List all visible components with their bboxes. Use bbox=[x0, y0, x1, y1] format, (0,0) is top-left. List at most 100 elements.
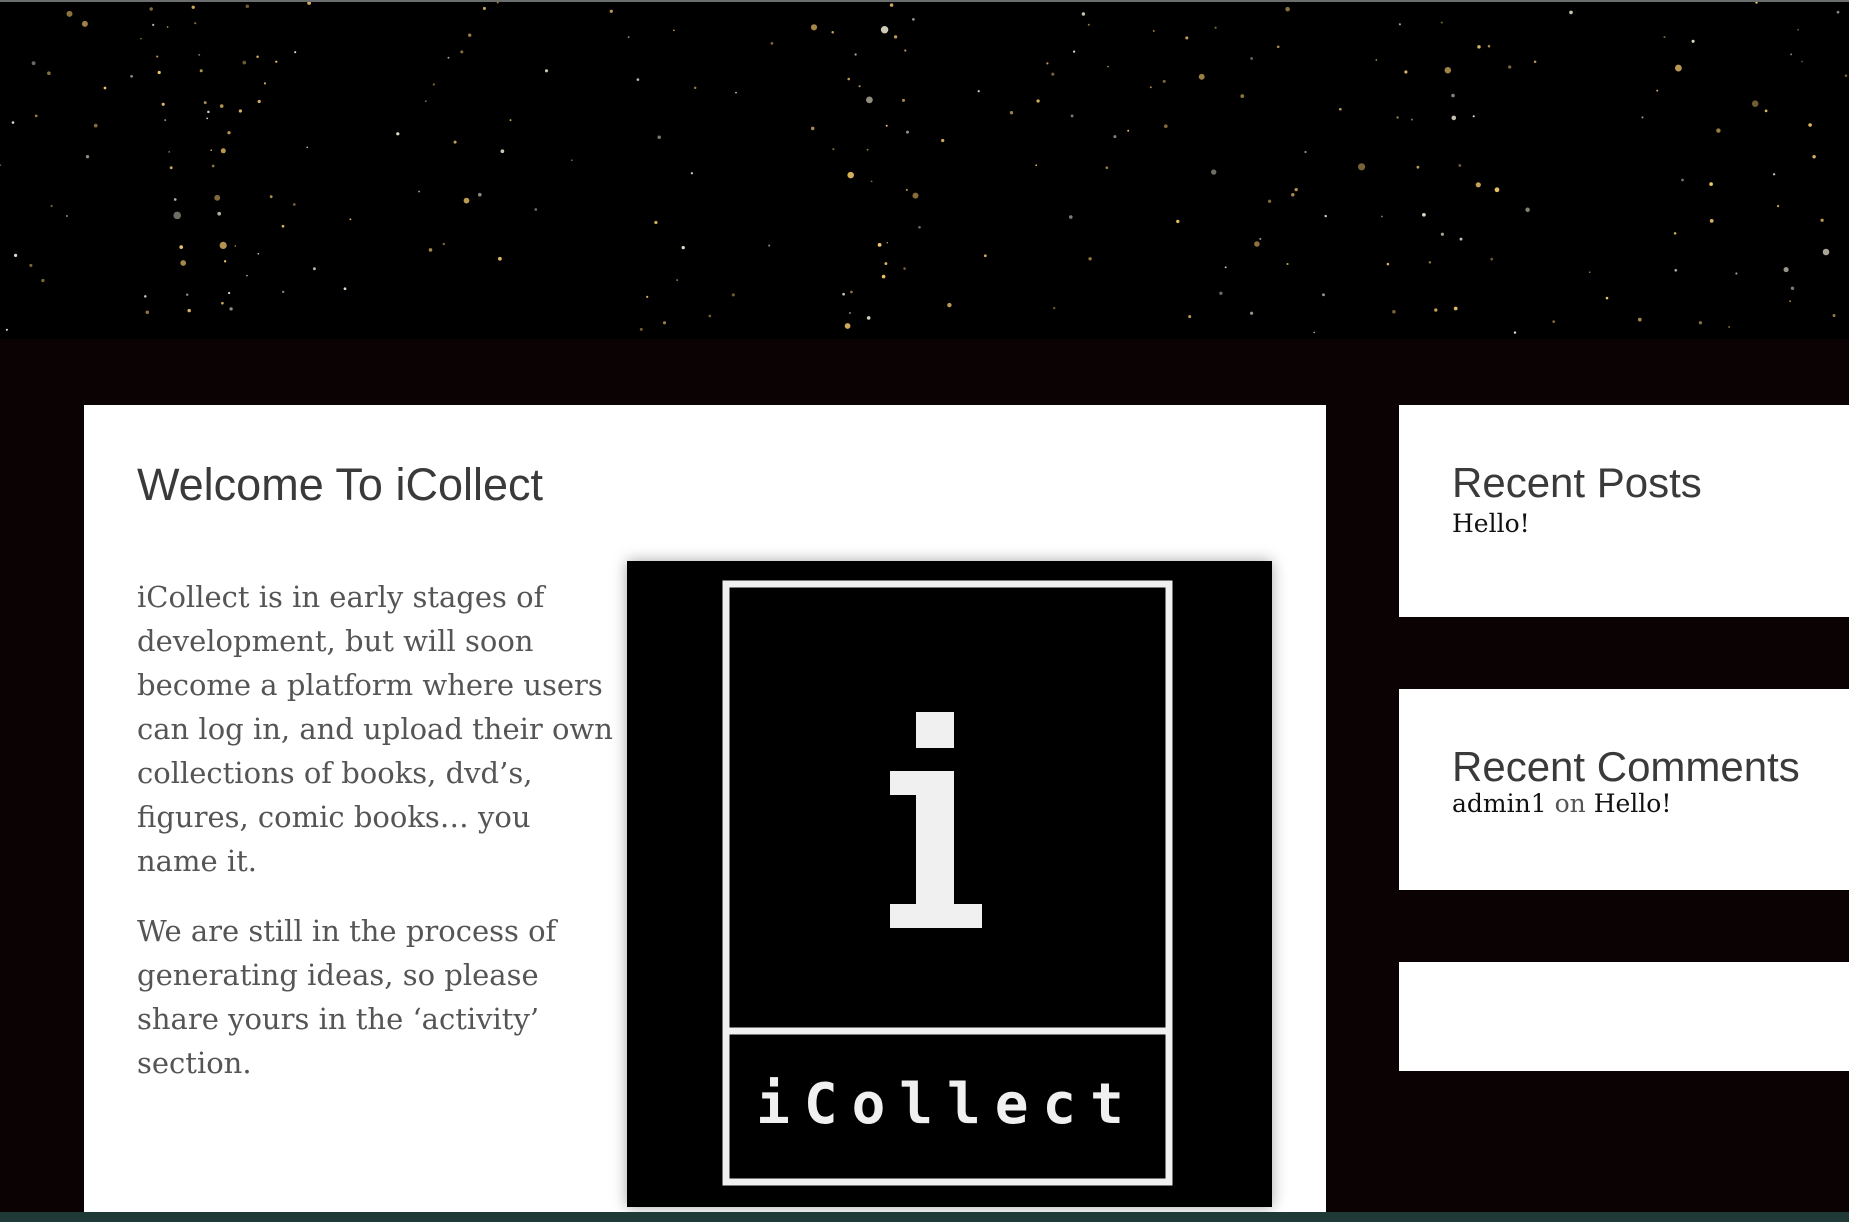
star bbox=[166, 26, 169, 28]
recent-post-link[interactable]: Hello! bbox=[1452, 509, 1530, 538]
star bbox=[269, 195, 273, 199]
star bbox=[219, 104, 224, 108]
star bbox=[1513, 331, 1517, 334]
star bbox=[849, 312, 851, 314]
star bbox=[194, 22, 197, 25]
star bbox=[199, 69, 203, 73]
star bbox=[1656, 89, 1659, 92]
star bbox=[673, 29, 675, 32]
recent-posts-title: Recent Posts bbox=[1452, 459, 1702, 506]
star bbox=[858, 85, 861, 88]
star bbox=[844, 323, 851, 329]
page-title: Welcome To iCollect bbox=[137, 459, 543, 510]
star bbox=[227, 291, 231, 295]
star bbox=[1249, 311, 1254, 315]
star bbox=[847, 77, 850, 81]
intro-paragraph-2: We are still in the process of generatin… bbox=[137, 914, 557, 1080]
star bbox=[847, 171, 854, 179]
star bbox=[886, 241, 889, 244]
star bbox=[187, 308, 191, 313]
star bbox=[854, 53, 857, 56]
star bbox=[1422, 212, 1426, 217]
intro-paragraph-1: iCollect is in early stages of developme… bbox=[137, 580, 613, 878]
star bbox=[1294, 187, 1298, 192]
star bbox=[1070, 114, 1074, 118]
star bbox=[885, 124, 888, 127]
star bbox=[1163, 124, 1168, 129]
star bbox=[690, 172, 694, 175]
star bbox=[609, 9, 613, 13]
star bbox=[1338, 107, 1342, 111]
star bbox=[866, 148, 869, 151]
star bbox=[1673, 232, 1677, 235]
logo-letter-dot bbox=[916, 712, 954, 748]
star bbox=[1224, 266, 1227, 269]
star bbox=[810, 126, 815, 131]
star bbox=[1663, 36, 1666, 39]
star bbox=[889, 3, 894, 7]
star bbox=[424, 100, 427, 103]
star bbox=[1751, 100, 1759, 107]
main-content-card: Welcome To iCollect iCollect is in early… bbox=[84, 405, 1326, 1222]
star bbox=[1416, 165, 1420, 169]
comment-post-link[interactable]: Hello! bbox=[1594, 789, 1672, 818]
star bbox=[941, 138, 945, 143]
star bbox=[81, 20, 88, 27]
star bbox=[179, 245, 184, 249]
star bbox=[31, 61, 36, 66]
star bbox=[460, 50, 464, 54]
star bbox=[312, 267, 316, 271]
star bbox=[1152, 29, 1155, 32]
star bbox=[214, 194, 221, 201]
star bbox=[5, 328, 8, 331]
star bbox=[85, 155, 90, 159]
comment-author-link[interactable]: admin1 bbox=[1452, 789, 1547, 818]
star bbox=[1783, 267, 1789, 273]
star bbox=[1250, 57, 1253, 60]
star bbox=[152, 23, 155, 27]
star bbox=[1716, 128, 1721, 133]
star bbox=[306, 146, 309, 149]
star bbox=[50, 204, 53, 208]
star bbox=[1637, 317, 1642, 322]
star bbox=[292, 203, 296, 206]
star bbox=[1490, 257, 1494, 261]
star bbox=[1267, 199, 1272, 203]
star bbox=[191, 5, 195, 9]
star bbox=[1459, 237, 1463, 241]
star bbox=[173, 198, 177, 201]
star bbox=[880, 25, 889, 34]
star bbox=[1674, 64, 1682, 72]
star bbox=[442, 242, 446, 246]
star bbox=[463, 197, 470, 204]
star bbox=[1764, 109, 1768, 113]
star bbox=[428, 248, 433, 252]
star bbox=[1127, 129, 1130, 132]
star bbox=[157, 70, 161, 75]
star bbox=[1789, 300, 1792, 303]
star bbox=[708, 314, 712, 318]
star bbox=[281, 290, 285, 294]
star bbox=[657, 135, 661, 140]
star bbox=[229, 307, 233, 311]
starfield-image bbox=[0, 2, 1848, 334]
star bbox=[477, 192, 482, 197]
star bbox=[1709, 182, 1713, 186]
star bbox=[482, 6, 486, 10]
star bbox=[1453, 306, 1458, 311]
star bbox=[831, 30, 834, 34]
star bbox=[1691, 39, 1695, 43]
star bbox=[770, 42, 774, 45]
star bbox=[912, 192, 919, 199]
star bbox=[453, 140, 457, 144]
star bbox=[903, 267, 906, 270]
star bbox=[186, 293, 189, 296]
star bbox=[912, 18, 915, 21]
star bbox=[418, 190, 421, 193]
star bbox=[1214, 26, 1217, 29]
star bbox=[500, 149, 505, 154]
star bbox=[103, 86, 107, 90]
star bbox=[1772, 173, 1776, 176]
star bbox=[1569, 10, 1573, 15]
star bbox=[246, 274, 248, 277]
